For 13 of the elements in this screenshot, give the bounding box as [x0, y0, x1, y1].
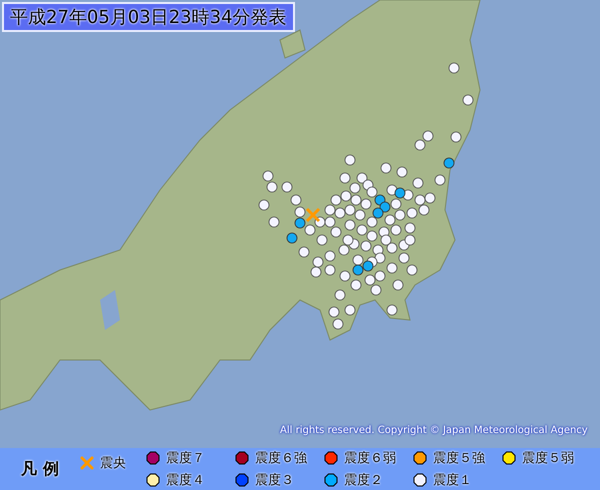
legend-heading: 凡 例: [20, 458, 60, 480]
legend-label: 震度５弱: [522, 450, 574, 467]
legend-label: 震度７: [166, 450, 205, 467]
legend-label: 震度２: [344, 472, 383, 489]
legend-label: 震度４: [166, 472, 205, 489]
report-time-title: 平成27年05月03日23時34分発表: [2, 2, 295, 32]
legend-label: 震度１: [433, 472, 472, 489]
legend-label: 震央: [100, 455, 126, 472]
legend-label: 震度６強: [255, 450, 307, 467]
copyright-text: All rights reserved. Copyright © Japan Meteorological Agency: [280, 425, 588, 436]
legend-label: 震度６弱: [344, 450, 396, 467]
legend-label: 震度５強: [433, 450, 485, 467]
legend-label: 震度３: [255, 472, 294, 489]
